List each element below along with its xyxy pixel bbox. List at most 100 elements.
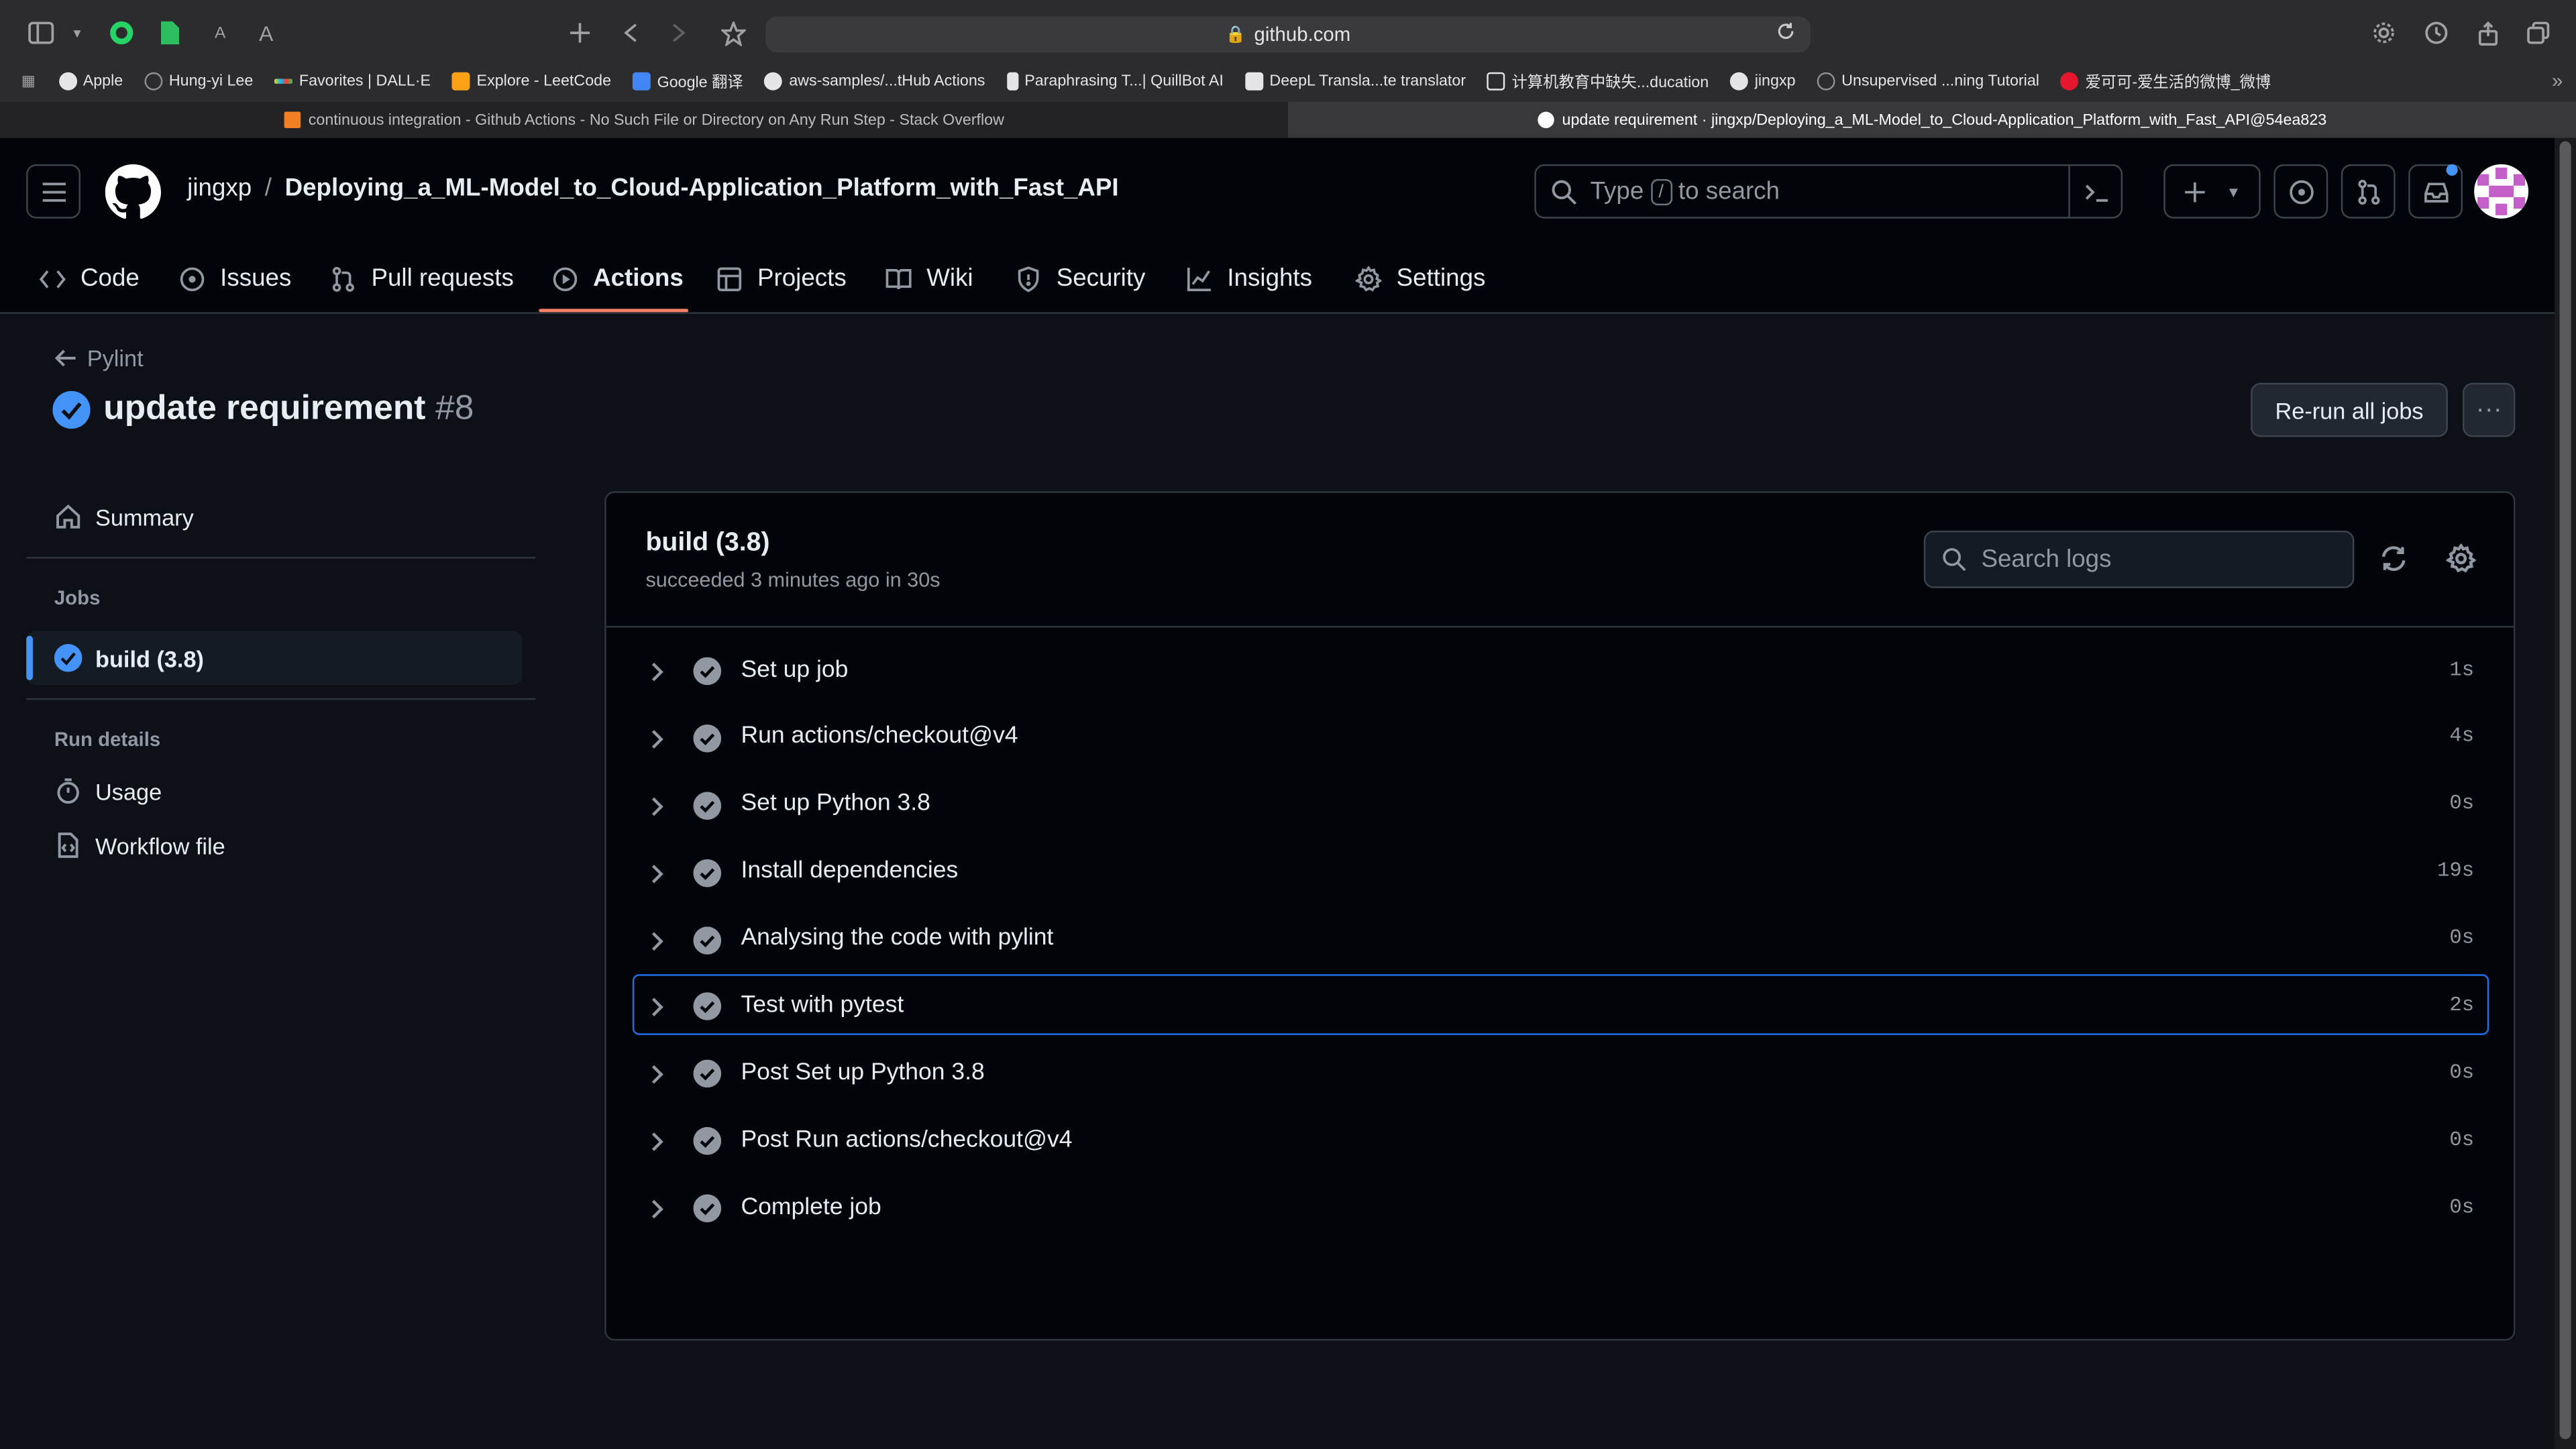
- avatar[interactable]: [2474, 164, 2529, 219]
- extension-gear-icon[interactable]: [2369, 16, 2398, 49]
- sidebar-divider: [26, 698, 536, 700]
- bookmark-item[interactable]: Explore - LeetCode: [451, 71, 611, 90]
- bookmark-item[interactable]: Unsupervised ...ning Tutorial: [1817, 71, 2039, 90]
- repo-owner-link[interactable]: jingxp: [187, 174, 252, 203]
- bookmark-item[interactable]: Hung-yi Lee: [144, 71, 253, 90]
- bookmark-item[interactable]: aws-samples/...tHub Actions: [764, 71, 985, 90]
- step-label: Set up Python 3.8: [741, 790, 930, 817]
- bookmarks-bar: ▦ Apple Hung-yi Lee Favorites | DALL·E E…: [0, 66, 2576, 95]
- step-success-icon: [693, 724, 722, 761]
- back-to-workflow-link[interactable]: Pylint: [54, 345, 144, 371]
- bookmark-item[interactable]: DeepL Transla...te translator: [1244, 71, 1466, 90]
- tab-issues[interactable]: Issues: [179, 243, 291, 313]
- job-step[interactable]: Run actions/checkout@v4 4s: [633, 706, 2489, 767]
- repo-name-link[interactable]: Deploying_a_ML-Model_to_Cloud-Applicatio…: [285, 174, 1119, 203]
- job-step[interactable]: Set up job 1s: [633, 639, 2489, 700]
- refresh-icon[interactable]: [2379, 544, 2408, 582]
- step-success-icon: [693, 657, 722, 694]
- tab-insights[interactable]: Insights: [1186, 243, 1312, 313]
- reload-icon[interactable]: [1776, 21, 1795, 46]
- new-tab-icon[interactable]: [567, 16, 593, 49]
- job-name: build (3.8): [645, 529, 770, 557]
- github-logo-icon[interactable]: [105, 164, 162, 229]
- step-success-icon: [693, 1194, 722, 1231]
- workflow-file-link[interactable]: Workflow file: [26, 818, 535, 873]
- inbox-button[interactable]: [2408, 164, 2463, 219]
- chevron-down-icon[interactable]: ▾: [69, 16, 85, 49]
- tab-overview-icon[interactable]: [2524, 16, 2553, 49]
- github-favicon-icon: [1537, 111, 1554, 129]
- jobs-heading: Jobs: [54, 586, 101, 610]
- job-step[interactable]: Post Set up Python 3.8 0s: [633, 1042, 2489, 1104]
- summary-link[interactable]: Summary: [26, 490, 535, 544]
- tab-actions[interactable]: Actions: [552, 243, 684, 313]
- tab-code[interactable]: Code: [39, 243, 140, 313]
- sidebar-divider: [26, 557, 536, 559]
- tab-settings[interactable]: Settings: [1355, 243, 1485, 313]
- bookmark-item[interactable]: Google 翻译: [632, 69, 743, 92]
- step-duration: 19s: [2437, 859, 2475, 883]
- font-small-icon[interactable]: A: [210, 16, 229, 49]
- search-logs-input[interactable]: Search logs: [1923, 531, 2355, 588]
- issue-icon: [180, 266, 205, 290]
- bookmark-item[interactable]: 爱可可-爱生活的微博_微博: [2060, 69, 2271, 92]
- job-step[interactable]: Complete job 0s: [633, 1177, 2489, 1238]
- address-bar[interactable]: 🔒 github.com: [765, 16, 1811, 53]
- bookmark-item[interactable]: jingxp: [1729, 71, 1796, 90]
- pull-requests-button[interactable]: [2341, 164, 2396, 219]
- forward-icon[interactable]: [667, 16, 690, 49]
- tab-pull-requests[interactable]: Pull requests: [330, 243, 514, 313]
- command-palette-icon[interactable]: [2068, 166, 2121, 217]
- search-logs-placeholder: Search logs: [1981, 545, 2112, 574]
- step-duration: 0s: [2449, 1195, 2475, 1219]
- bookmark-item[interactable]: Paraphrasing T...| QuillBot AI: [1006, 71, 1224, 90]
- evernote-extension-icon[interactable]: [154, 16, 184, 49]
- tab-projects[interactable]: Projects: [716, 243, 847, 313]
- job-step[interactable]: Set up Python 3.8 0s: [633, 773, 2489, 835]
- job-step-focused[interactable]: Test with pytest 2s: [632, 975, 2489, 1036]
- back-icon[interactable]: [619, 16, 642, 49]
- browser-tab[interactable]: continuous integration - Github Actions …: [0, 101, 1289, 138]
- breadcrumb-separator: /: [264, 174, 272, 203]
- share-icon[interactable]: [2473, 16, 2502, 49]
- hamburger-icon: [42, 182, 65, 201]
- chevron-right-icon: [651, 929, 664, 959]
- kebab-menu-icon[interactable]: ···: [2463, 382, 2516, 437]
- font-large-icon[interactable]: A: [255, 16, 278, 49]
- gear-icon[interactable]: [2445, 543, 2477, 582]
- global-search-input[interactable]: Type / to search: [1534, 164, 2123, 219]
- page-root: ▾ A A 🔒 github.com ▦ Apple Hung-yi Lee F…: [0, 0, 2576, 1449]
- step-duration: 0s: [2449, 1128, 2475, 1152]
- tab-wiki[interactable]: Wiki: [885, 243, 973, 313]
- bookmark-item[interactable]: Favorites | DALL·E: [274, 72, 431, 89]
- bookmark-star-icon[interactable]: [718, 16, 747, 49]
- scrollbar-thumb[interactable]: [2559, 141, 2571, 1440]
- history-icon[interactable]: [2422, 16, 2451, 49]
- shield-icon: [1018, 266, 1039, 292]
- job-build-link[interactable]: build (3.8): [26, 631, 523, 686]
- job-step[interactable]: Post Run actions/checkout@v4 0s: [633, 1110, 2489, 1171]
- issues-button[interactable]: [2273, 164, 2328, 219]
- whatsapp-extension-icon[interactable]: [107, 16, 136, 49]
- browser-chrome: ▾ A A 🔒 github.com ▦ Apple Hung-yi Lee F…: [0, 0, 2576, 138]
- browser-tab-active[interactable]: update requirement · jingxp/Deploying_a_…: [1288, 101, 2576, 138]
- bookmark-item[interactable]: Apple: [58, 71, 123, 90]
- create-new-button[interactable]: ▼: [2163, 164, 2261, 219]
- sidebar-toggle-icon[interactable]: [26, 16, 56, 49]
- job-step[interactable]: Install dependencies 19s: [633, 841, 2489, 902]
- job-step[interactable]: Analysing the code with pylint 0s: [633, 908, 2489, 969]
- tab-security[interactable]: Security: [1015, 243, 1145, 313]
- chevron-right-icon: [651, 1130, 664, 1160]
- page-scrollbar[interactable]: [2555, 138, 2576, 1449]
- usage-link[interactable]: Usage: [26, 764, 535, 818]
- apps-grid-icon[interactable]: ▦: [21, 72, 36, 90]
- github-header: jingxp / Deploying_a_ML-Model_to_Cloud-A…: [0, 138, 2555, 314]
- rerun-all-jobs-button[interactable]: Re-run all jobs: [2251, 382, 2449, 437]
- step-label: Post Run actions/checkout@v4: [741, 1126, 1073, 1153]
- bookmarks-overflow-icon[interactable]: »: [2552, 69, 2563, 92]
- plus-icon: [2185, 181, 2205, 202]
- graph-icon: [1187, 266, 1211, 290]
- menu-button[interactable]: [26, 164, 81, 219]
- job-log-panel: build (3.8) succeeded 3 minutes ago in 3…: [604, 491, 2516, 1341]
- bookmark-item[interactable]: 计算机教育中缺失...ducation: [1487, 69, 1709, 92]
